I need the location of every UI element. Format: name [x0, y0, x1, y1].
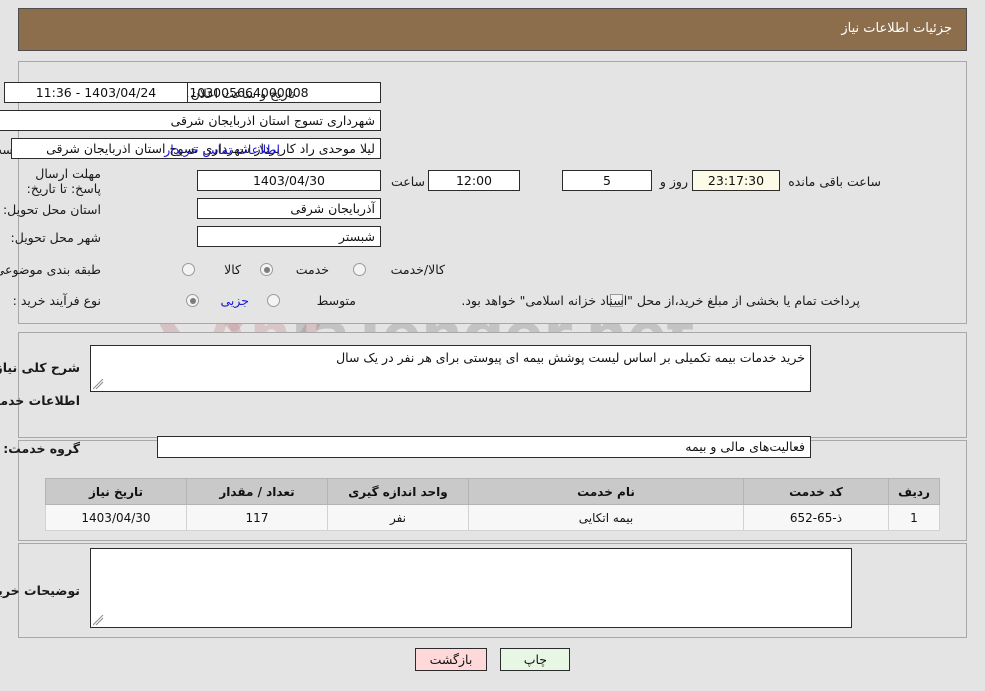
- page-root: AniaTender.net جزئیات اطلاعات نیاز شماره…: [0, 0, 985, 691]
- province-value: آذربایجان شرقی: [197, 198, 381, 219]
- hour-label: ساعت: [390, 174, 425, 189]
- process-radio-jozei[interactable]: [186, 294, 199, 307]
- services-table: ردیف کد خدمت نام خدمت واحد اندازه گیری ت…: [45, 478, 940, 531]
- deadline-label: مهلت ارسال پاسخ: تا تاریخ:: [26, 166, 101, 196]
- description-textarea[interactable]: خرید خدمات بیمه تکمیلی بر اساس لیست پوشش…: [90, 345, 811, 392]
- cell-quantity: 117: [186, 504, 328, 531]
- deadline-date-value: 1403/04/30: [197, 170, 381, 191]
- cell-service-name: بیمه اتکایی: [468, 504, 744, 531]
- city-label: شهر محل تحویل:: [10, 230, 101, 245]
- process-radio-motevaset-label: متوسط: [316, 293, 356, 308]
- cell-row-no: 1: [888, 504, 940, 531]
- table-header-row: ردیف کد خدمت نام خدمت واحد اندازه گیری ت…: [45, 478, 940, 505]
- city-value: شبستر: [197, 226, 381, 247]
- resize-grip-icon[interactable]: [93, 379, 104, 390]
- province-label: استان محل تحویل:: [2, 202, 101, 217]
- resize-grip-icon-notes[interactable]: [93, 615, 104, 626]
- hours-remaining-label: ساعت باقی مانده: [788, 174, 881, 189]
- col-row-no: ردیف: [888, 478, 940, 505]
- days-left-value: 5: [562, 170, 652, 191]
- category-radio-khedmat-label: خدمت: [295, 262, 329, 277]
- print-button[interactable]: چاپ: [500, 648, 571, 671]
- announce-datetime-value: 1403/04/24 - 11:36: [4, 82, 188, 103]
- back-button[interactable]: بازگشت: [414, 648, 488, 671]
- days-and-label: روز و: [659, 174, 688, 189]
- service-group-value: فعالیت‌های مالی و بیمه: [157, 436, 811, 458]
- cell-unit: نفر: [327, 504, 469, 531]
- category-label: طبقه بندی موضوعی:: [0, 262, 101, 277]
- category-radio-khedmat[interactable]: [260, 263, 273, 276]
- col-need-date: تاریخ نیاز: [45, 478, 187, 505]
- page-title: جزئیات اطلاعات نیاز: [841, 21, 952, 36]
- col-service-code: کد خدمت: [743, 478, 889, 505]
- process-radio-motevaset[interactable]: [267, 294, 280, 307]
- deadline-hour-value: 12:00: [428, 170, 520, 191]
- service-group-label: گروه خدمت:: [3, 441, 80, 456]
- description-label: شرح کلی نیاز:: [0, 360, 80, 375]
- category-radio-kala-khedmat-label: کالا/خدمت: [390, 262, 445, 277]
- col-service-name: نام خدمت: [468, 478, 744, 505]
- category-radio-kala-label: کالا: [224, 262, 241, 277]
- category-radio-kala[interactable]: [182, 263, 195, 276]
- buyer-contact-link[interactable]: اطلاعات تماس خریدار: [164, 142, 280, 157]
- buyer-notes-textarea[interactable]: [90, 548, 852, 628]
- buyer-org-value: شهرداری تسوج استان اذربایجان شرقی: [0, 110, 381, 131]
- category-radio-kala-khedmat[interactable]: [353, 263, 366, 276]
- services-section-title: اطلاعات خدمات مورد نیاز: [0, 393, 80, 408]
- table-row[interactable]: 1 ذ-65-652 بیمه اتکایی نفر 117 1403/04/3…: [45, 504, 940, 531]
- col-unit: واحد اندازه گیری: [327, 478, 469, 505]
- process-radio-jozei-label: جزیی: [220, 293, 249, 308]
- time-left-value: 23:17:30: [692, 170, 780, 191]
- button-row: بازگشت چاپ: [0, 648, 985, 671]
- col-quantity: تعداد / مقدار: [186, 478, 328, 505]
- buyer-notes-label: توضیحات خریدار:: [0, 583, 80, 598]
- page-title-bar: جزئیات اطلاعات نیاز: [18, 8, 967, 51]
- cell-service-code: ذ-65-652: [743, 504, 889, 531]
- treasury-bond-label: پرداخت تمام یا بخشی از مبلغ خرید،از محل …: [461, 293, 860, 308]
- description-value: خرید خدمات بیمه تکمیلی بر اساس لیست پوشش…: [336, 350, 805, 365]
- cell-need-date: 1403/04/30: [45, 504, 187, 531]
- process-type-label: نوع فرآیند خرید :: [12, 293, 101, 308]
